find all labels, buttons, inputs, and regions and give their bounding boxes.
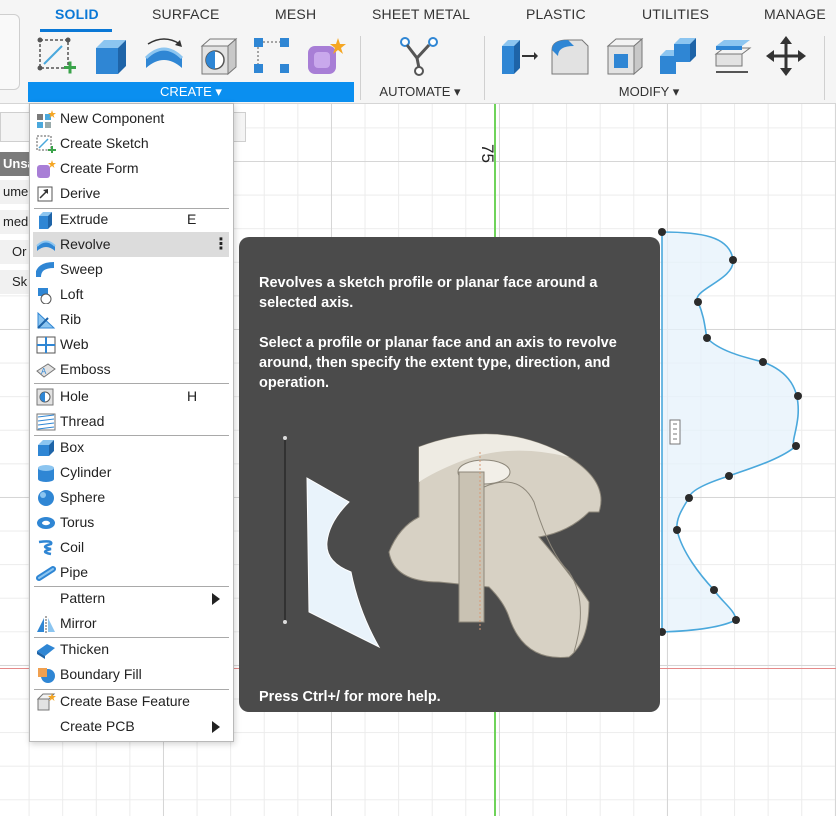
modify-menu-button[interactable]: MODIFY ▾ (594, 82, 704, 102)
menu-item-thread[interactable]: Thread (33, 409, 229, 434)
menu-item-thicken[interactable]: Thicken (33, 637, 229, 662)
menu-item-box[interactable]: Box (33, 435, 229, 460)
new-component-icon (37, 110, 56, 128)
profile-region[interactable] (661, 231, 800, 633)
rib-icon (37, 311, 56, 329)
menu-item-emboss[interactable]: A Emboss (33, 357, 229, 382)
loft-icon (38, 288, 52, 304)
submenu-arrow-icon (212, 593, 220, 605)
tooltip-footer: Press Ctrl+/ for more help. (259, 689, 441, 705)
active-tab-indicator (40, 29, 112, 32)
combine-tool-icon[interactable] (658, 36, 698, 76)
shell-tool-icon[interactable] (604, 36, 644, 76)
hole-tool-icon[interactable] (198, 36, 238, 76)
menu-item-mirror[interactable]: Mirror (33, 611, 229, 636)
tooltip-details: Select a profile or planar face and an a… (259, 335, 617, 391)
menu-item-loft[interactable]: Loft (33, 282, 229, 307)
sweep-icon (36, 262, 55, 278)
extrude-tool-icon[interactable] (90, 36, 130, 76)
menu-item-sweep[interactable]: Sweep (33, 257, 229, 282)
tab-surface[interactable]: SURFACE (152, 6, 220, 22)
base-feature-icon (36, 693, 56, 711)
menu-item-sphere[interactable]: Sphere (33, 485, 229, 510)
menu-item-extrude[interactable]: Extrude E (33, 207, 229, 232)
create-form-tool-icon[interactable] (306, 36, 346, 76)
menu-item-create-pcb[interactable]: Create PCB (33, 714, 229, 739)
menu-item-web[interactable]: Web (33, 332, 229, 357)
svg-text:A: A (41, 367, 47, 376)
menu-item-pipe[interactable]: Pipe (33, 560, 229, 585)
revolve-illustration (283, 433, 602, 658)
tab-solid[interactable]: SOLID (55, 6, 99, 22)
create-sketch-icon (36, 135, 56, 153)
pattern-tool-icon[interactable] (252, 36, 292, 76)
create-menu-button[interactable]: CREATE ▾ (28, 82, 354, 102)
revolve-tooltip: Revolves a sketch profile or planar face… (239, 237, 660, 712)
tooltip-summary: Revolves a sketch profile or planar face… (259, 275, 598, 311)
menu-item-pattern[interactable]: Pattern (33, 586, 229, 611)
automate-menu-button[interactable]: AUTOMATE ▾ (372, 82, 468, 102)
constraint-icon[interactable] (669, 419, 681, 445)
emboss-icon: A (36, 363, 56, 378)
hole-icon (36, 388, 54, 406)
menu-item-create-form[interactable]: Create Form (33, 156, 229, 181)
thicken-icon (37, 644, 55, 659)
revolve-tool-icon[interactable] (144, 36, 184, 76)
dimension-label: 75 (478, 144, 497, 163)
menu-item-cylinder[interactable]: Cylinder (33, 460, 229, 485)
web-icon (36, 336, 56, 354)
sketch-profile[interactable] (650, 224, 820, 754)
menu-item-hole[interactable]: Hole H (33, 384, 229, 409)
derive-icon (37, 186, 53, 202)
menu-item-revolve[interactable]: Revolve ⋮ (33, 232, 229, 257)
group-divider (484, 36, 485, 100)
press-pull-tool-icon[interactable] (498, 36, 538, 76)
group-divider (824, 36, 825, 100)
torus-icon (37, 517, 55, 529)
boundary-fill-icon (38, 668, 55, 683)
automate-tool-icon[interactable] (399, 36, 439, 76)
menu-item-derive[interactable]: Derive (33, 181, 229, 206)
tab-manage[interactable]: MANAGE (764, 6, 826, 22)
thread-icon (36, 413, 56, 431)
coil-icon (38, 540, 53, 556)
menu-item-coil[interactable]: Coil (33, 535, 229, 560)
menu-item-create-sketch[interactable]: Create Sketch (33, 131, 229, 156)
menu-item-rib[interactable]: Rib (33, 307, 229, 332)
extrude-icon (39, 212, 52, 229)
create-form-icon (37, 160, 56, 178)
submenu-arrow-icon (212, 721, 220, 733)
tab-mesh[interactable]: MESH (275, 6, 316, 22)
menu-item-torus[interactable]: Torus (33, 510, 229, 535)
mirror-icon (37, 616, 55, 633)
group-divider (360, 36, 361, 100)
menu-item-create-base-feature[interactable]: Create Base Feature (33, 689, 229, 714)
toolbar-ribbon: SOLID SURFACE MESH SHEET METAL PLASTIC U… (0, 0, 836, 104)
pipe-icon (36, 566, 56, 581)
sphere-icon (38, 490, 54, 506)
revolve-icon (36, 240, 56, 251)
box-icon (38, 440, 54, 456)
menu-item-new-component[interactable]: New Component (33, 106, 229, 131)
move-tool-icon[interactable] (766, 36, 806, 76)
fillet-tool-icon[interactable] (550, 36, 590, 76)
offset-face-tool-icon[interactable] (712, 36, 752, 76)
create-sketch-tool-icon[interactable] (36, 36, 76, 76)
cylinder-icon (38, 465, 54, 482)
more-options-icon[interactable]: ⋮ (213, 234, 229, 254)
tab-utilities[interactable]: UTILITIES (642, 6, 709, 22)
tab-plastic[interactable]: PLASTIC (526, 6, 586, 22)
data-panel-toggle[interactable] (0, 14, 20, 90)
menu-item-boundary-fill[interactable]: Boundary Fill (33, 662, 229, 687)
create-dropdown-menu: New Component Create Sketch Create Form … (29, 103, 234, 742)
tab-sheet-metal[interactable]: SHEET METAL (372, 6, 470, 22)
